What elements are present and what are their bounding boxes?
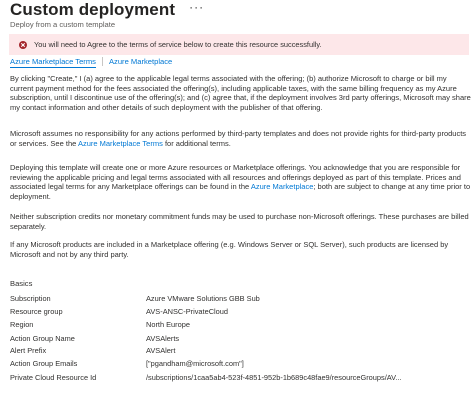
summary-row-action-group-name: Action Group Name AVSAlerts <box>10 334 470 344</box>
basics-section-title: Basics <box>10 279 33 288</box>
summary-row-resource-group: Resource group AVS-ANSC-PrivateCloud <box>10 307 470 317</box>
azure-marketplace-terms-link[interactable]: Azure Marketplace Terms <box>78 139 163 148</box>
summary-value: /subscriptions/1caa5ab4-523f-4851-952b-1… <box>146 373 402 382</box>
summary-row-action-group-emails: Action Group Emails ["pgandham@microsoft… <box>10 359 470 369</box>
summary-label: Action Group Name <box>10 334 75 343</box>
summary-label: Subscription <box>10 294 51 303</box>
summary-value: AVS-ANSC-PrivateCloud <box>146 307 229 316</box>
terms-tab-bar: Azure Marketplace Terms Azure Marketplac… <box>10 56 172 69</box>
error-message: You will need to Agree to the terms of s… <box>34 40 322 49</box>
page-header: Custom deployment ··· Deploy from a cust… <box>10 0 470 30</box>
error-alert-banner: You will need to Agree to the terms of s… <box>9 34 469 55</box>
more-options-button[interactable]: ··· <box>189 1 204 13</box>
summary-value: AVSAlerts <box>146 334 180 343</box>
terms-text: for additional terms. <box>162 138 231 148</box>
summary-row-alert-prefix: Alert Prefix AVSAlert <box>10 346 470 356</box>
summary-value: North Europe <box>146 320 190 329</box>
summary-label: Alert Prefix <box>10 346 47 355</box>
tab-divider <box>101 57 103 66</box>
summary-row-region: Region North Europe <box>10 320 470 330</box>
page-subtitle: Deploy from a custom template <box>10 20 116 29</box>
summary-value: AVSAlert <box>146 346 176 355</box>
summary-row-subscription: Subscription Azure VMware Solutions GBB … <box>10 294 470 304</box>
terms-paragraph-deploying: Deploying this template will create one … <box>10 163 472 201</box>
summary-value: Azure VMware Solutions GBB Sub <box>146 294 260 303</box>
terms-paragraph-licensing: If any Microsoft products are included i… <box>10 240 449 259</box>
summary-label: Resource group <box>10 307 63 316</box>
error-circle-icon <box>19 40 27 49</box>
tab-azure-marketplace-terms[interactable]: Azure Marketplace Terms <box>10 56 96 68</box>
summary-value: ["pgandham@microsoft.com"] <box>146 359 244 368</box>
summary-label: Private Cloud Resource Id <box>10 373 97 382</box>
tab-azure-marketplace[interactable]: Azure Marketplace <box>109 56 172 67</box>
terms-paragraph-credits: Neither subscription credits nor monetar… <box>10 212 469 231</box>
terms-paragraph-create: By clicking "Create," I (a) agree to the… <box>10 74 471 112</box>
terms-paragraph-responsibility: Microsoft assumes no responsibility for … <box>10 129 472 148</box>
summary-label: Region <box>10 320 34 329</box>
azure-marketplace-link[interactable]: Azure Marketplace <box>251 182 314 191</box>
page-title: Custom deployment <box>10 0 176 19</box>
summary-row-private-cloud-resource-id: Private Cloud Resource Id /subscriptions… <box>10 373 470 383</box>
summary-label: Action Group Emails <box>10 359 78 368</box>
